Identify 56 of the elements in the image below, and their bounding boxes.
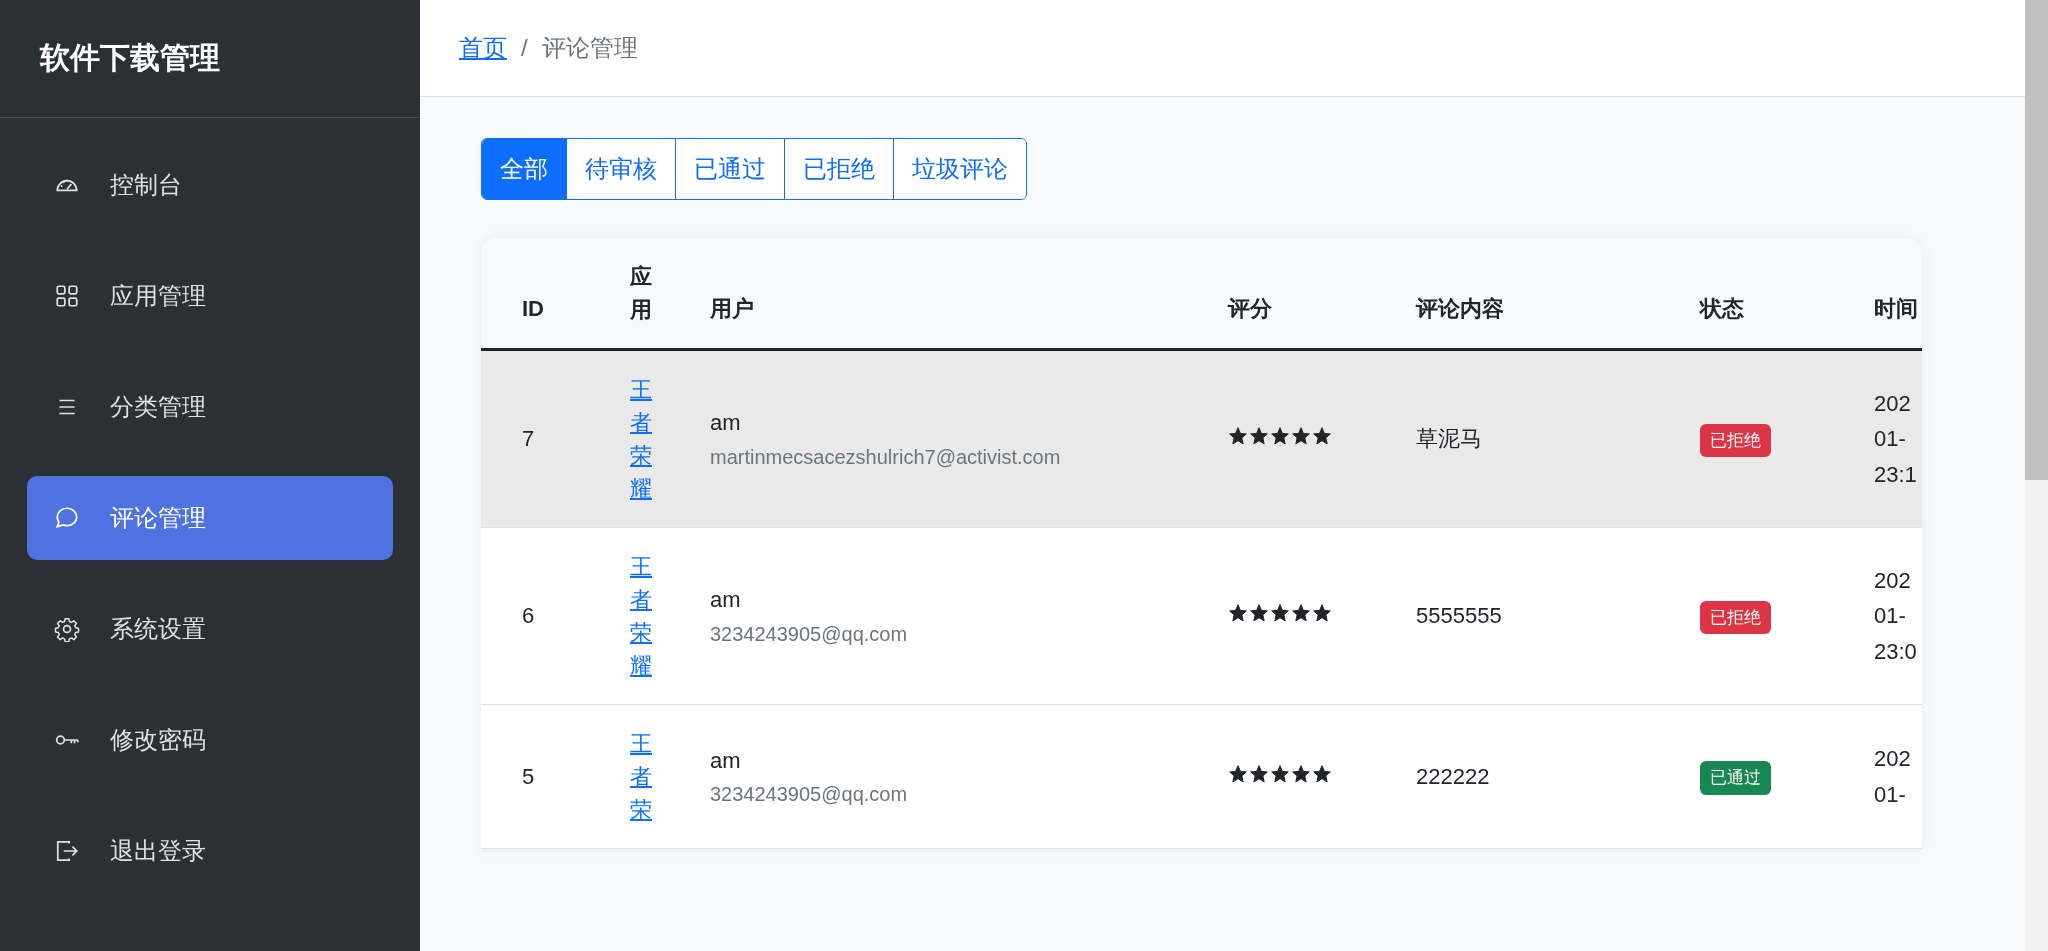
sidebar-item[interactable]: 分类管理 [27,365,393,449]
column-header: ID [522,295,544,321]
chat-bubble-icon [54,505,80,531]
time-text: 202 [1874,745,1912,774]
column-header: 评分 [1228,295,1272,321]
column-header: 评论内容 [1416,295,1504,321]
id-cell: 7 [522,426,535,452]
scrollbar[interactable] [2025,0,2048,951]
user-email: 3234243905@qq.com [710,621,909,647]
gear-icon [54,616,80,642]
filter-tab[interactable]: 全部 [482,139,566,199]
id-cell: 6 [522,603,535,629]
table-row[interactable]: 5 王者荣 am 3234243905@qq.com 222222 已通过 202 01- [481,704,1922,849]
column-header: 应用 [630,263,652,324]
time-text: 23:0 [1874,637,1918,666]
status-badge: 已拒绝 [1700,600,1771,635]
breadcrumb-separator: / [521,34,528,62]
id-cell: 5 [522,763,535,789]
comment-text: 222222 [1416,763,1490,789]
time-text: 202 [1874,390,1912,419]
time-text: 01- [1874,780,1907,809]
app-title: 软件下载管理 [40,40,220,76]
table-row[interactable]: 7 王者荣耀 am martinmecsacezshulrich7@activist.com 草泥马 已拒绝 202 01- 23:1 [481,349,1922,528]
breadcrumb-current: 评论管理 [541,33,638,63]
comment-text: 5555555 [1416,603,1502,629]
app-link[interactable]: 王者荣耀 [630,550,652,682]
time-text: 01- [1874,602,1907,631]
user-email: 3234243905@qq.com [710,782,909,808]
user-name: am [710,746,742,775]
sidebar-item[interactable]: 系统设置 [27,587,393,671]
column-header: 时间 [1874,295,1918,321]
time-text: 01- [1874,425,1907,454]
user-name: am [710,409,742,438]
comment-text: 草泥马 [1416,426,1482,452]
sidebar-item[interactable]: 控制台 [27,143,393,227]
time-text: 202 [1874,567,1912,596]
filter-tab[interactable]: 待审核 [566,139,675,199]
status-badge: 已通过 [1700,761,1771,795]
column-header: 用户 [710,295,754,321]
sidebar-item[interactable]: 评论管理 [27,476,393,560]
app-link[interactable]: 王者荣 [630,727,652,826]
sidebar-item[interactable]: 修改密码 [27,698,393,782]
status-badge: 已拒绝 [1700,423,1771,458]
user-email: martinmecsacezshulrich7@activist.com [710,444,1062,470]
column-header: 状态 [1700,295,1744,321]
grid-icon [54,283,80,309]
sidebar-item[interactable]: 应用管理 [27,254,393,338]
filter-tab[interactable]: 已拒绝 [784,139,893,199]
time-text: 23:1 [1874,460,1918,489]
logout-icon [54,838,80,864]
user-name: am [710,586,742,615]
breadcrumb-home-link[interactable]: 首页 [459,32,507,64]
filter-tab[interactable]: 垃圾评论 [893,139,1026,199]
table-row[interactable]: 6 王者荣耀 am 3234243905@qq.com 5555555 已拒绝 202 01- 23:0 [481,527,1922,705]
filter-tab[interactable]: 已通过 [675,139,784,199]
sidebar-item[interactable]: 退出登录 [27,809,393,893]
